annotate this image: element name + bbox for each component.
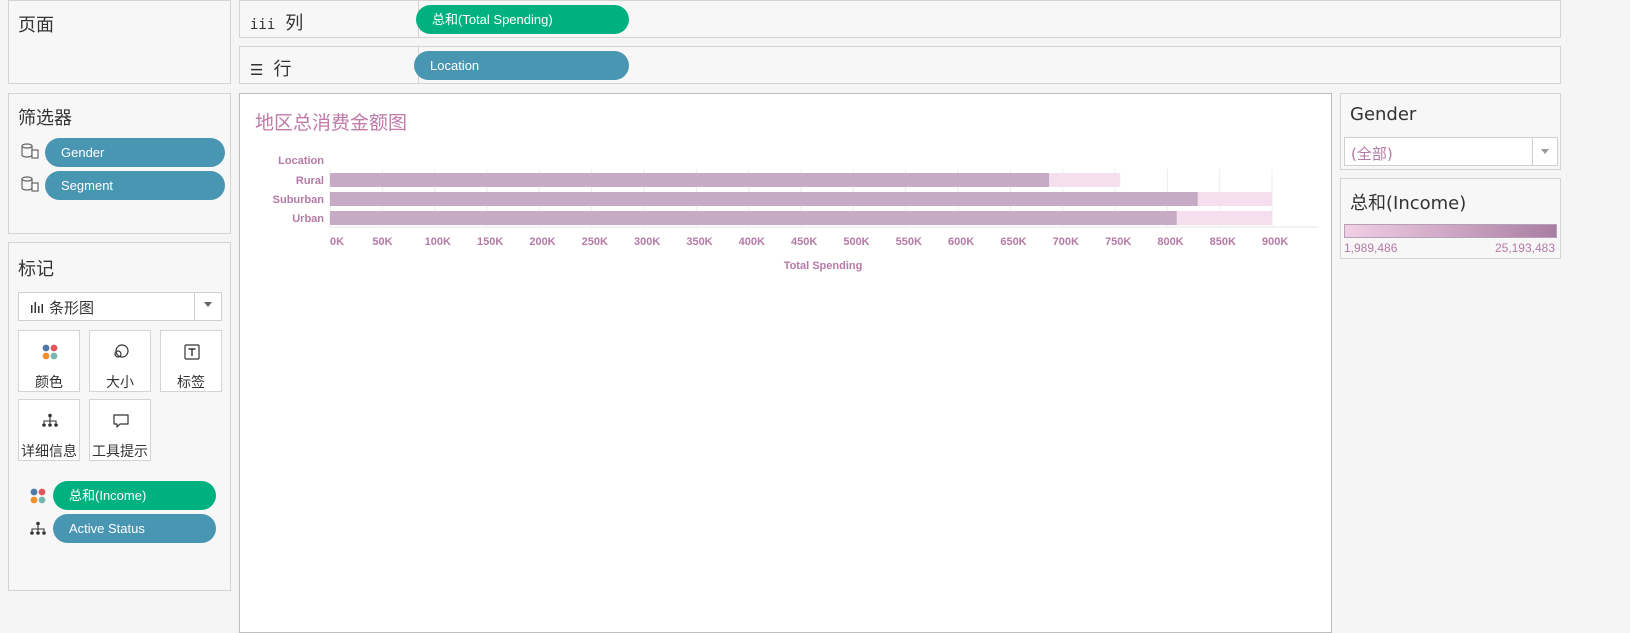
label-icon (184, 344, 200, 360)
marks-color-card[interactable]: 颜色 (18, 330, 80, 392)
chevron-down-icon[interactable] (1541, 149, 1549, 154)
x-tick-label: 100K (425, 236, 451, 248)
x-tick-label: 700K (1053, 236, 1079, 248)
bar-chart-icon (31, 302, 43, 313)
x-tick-label: 300K (634, 236, 660, 248)
rows-pill-location[interactable]: Location (414, 51, 629, 80)
x-tick-label: 600K (948, 236, 974, 248)
x-tick-label: 250K (582, 236, 608, 248)
marks-field-active-status[interactable]: Active Status (53, 514, 216, 543)
x-tick-label: 500K (843, 236, 869, 248)
rows-icon: ☰ (250, 61, 264, 79)
marks-detail-card[interactable]: 详细信息 (18, 399, 80, 461)
chart-view: 地区总消费金额图 Location Rural Suburban Urban 0K 5… (239, 93, 1332, 633)
filter-pill-segment[interactable]: Segment (45, 171, 225, 200)
marks-label-card[interactable]: 标签 (160, 330, 222, 392)
bar-urban[interactable] (330, 211, 1177, 225)
x-tick-label: 400K (739, 236, 765, 248)
color-icon (30, 488, 46, 504)
mark-type-label: 条形图 (49, 299, 95, 317)
income-legend-min: 1,989,486 (1344, 241, 1398, 255)
rows-shelf-label: ☰ 行 (250, 59, 292, 80)
rows-shelf[interactable]: ☰ 行 Location (239, 46, 1561, 84)
filters-title: 筛选器 (18, 108, 72, 129)
x-axis-title: Total Spending (784, 260, 863, 272)
gender-filter-title: Gender (1350, 104, 1417, 125)
mark-type-dropdown[interactable]: 条形图 (18, 292, 222, 321)
bar-chart: Location Rural Suburban Urban 0K 50K 100K 150… (273, 155, 1318, 272)
x-tick-label: 200K (529, 236, 555, 248)
x-tick-label: 800K (1157, 236, 1183, 248)
columns-icon: iii (250, 17, 276, 33)
x-tick-label: 450K (791, 236, 817, 248)
category-label-rural: Rural (296, 175, 324, 187)
x-tick-label: 650K (1000, 236, 1026, 248)
filter-pill-gender[interactable]: Gender (45, 138, 225, 167)
x-tick-label: 0K (330, 236, 344, 248)
chevron-down-icon[interactable] (204, 302, 212, 307)
dimension-filter-icon (21, 143, 39, 159)
columns-shelf[interactable]: iii 列 总和(Total Spending) (239, 0, 1561, 38)
pages-title: 页面 (18, 15, 54, 36)
income-legend-gradient (1344, 224, 1557, 238)
detail-icon (42, 413, 58, 427)
marks-field-income[interactable]: 总和(Income) (53, 481, 216, 510)
filters-panel: 筛选器 Gender Segment (8, 93, 231, 234)
marks-title: 标记 (18, 259, 54, 280)
x-tick-label: 50K (372, 236, 392, 248)
marks-tooltip-card[interactable]: 工具提示 (89, 399, 151, 461)
gender-filter-card: Gender (全部) (1340, 93, 1561, 170)
dimension-filter-icon (21, 176, 39, 192)
x-tick-label: 850K (1210, 236, 1236, 248)
marks-size-card[interactable]: 大小 (89, 330, 151, 392)
x-tick-label: 350K (686, 236, 712, 248)
income-legend-card: 总和(Income) 1,989,486 25,193,483 (1340, 178, 1561, 259)
color-icon (42, 344, 58, 360)
bar-rural[interactable] (330, 173, 1050, 187)
category-label-urban: Urban (292, 213, 324, 225)
pages-panel: 页面 (8, 0, 231, 84)
x-tick-label: 900K (1262, 236, 1288, 248)
x-tick-label: 150K (477, 236, 503, 248)
category-label-suburban: Suburban (273, 194, 325, 206)
tooltip-icon (113, 414, 129, 428)
bar-suburban[interactable] (330, 192, 1198, 206)
detail-icon (30, 521, 46, 535)
columns-pill-total-spending[interactable]: 总和(Total Spending) (416, 5, 629, 34)
row-header: Location (278, 155, 324, 167)
x-tick-label: 750K (1105, 236, 1131, 248)
gender-filter-value: (全部) (1351, 145, 1393, 163)
income-legend-title: 总和(Income) (1350, 193, 1467, 214)
marks-panel: 标记 条形图 颜色 大小 标签 详细信息 工具提示 总和(Income) Act… (8, 242, 231, 591)
columns-shelf-label: iii 列 (250, 13, 304, 34)
income-legend-max: 25,193,483 (1494, 241, 1555, 255)
gender-filter-dropdown[interactable]: (全部) (1344, 137, 1558, 166)
size-icon (114, 344, 129, 358)
x-tick-label: 550K (896, 236, 922, 248)
